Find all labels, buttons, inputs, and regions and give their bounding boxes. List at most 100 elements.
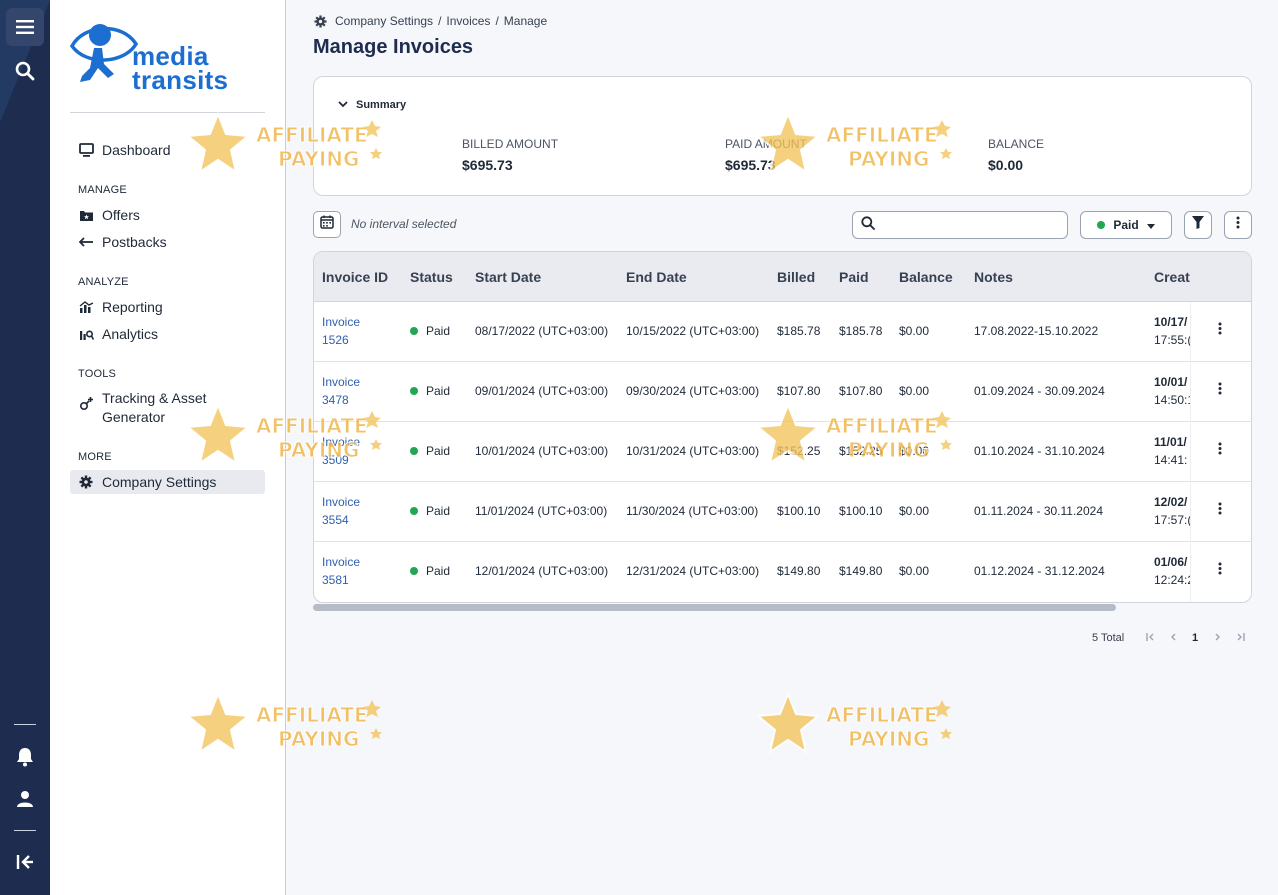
analytics-icon — [78, 326, 94, 342]
table-row: Invoice 3554 Paid 11/01/2024 (UTC+03:00)… — [314, 482, 1251, 542]
last-page-button[interactable] — [1236, 632, 1245, 644]
sidebar-item-label: Offers — [102, 207, 140, 223]
page-number-current[interactable]: 1 — [1192, 632, 1198, 644]
sidebar-item-postbacks[interactable]: Postbacks — [70, 230, 265, 254]
billed-cell: $152.25 — [777, 444, 821, 458]
filter-button[interactable] — [1184, 211, 1212, 239]
menu-icon[interactable] — [6, 8, 44, 46]
brand-name: media transits — [132, 43, 228, 93]
status-dot — [1097, 221, 1106, 229]
row-actions-button[interactable] — [1190, 422, 1250, 480]
status-cell: Paid — [410, 384, 450, 398]
column-header-end-date[interactable]: End Date — [626, 269, 687, 285]
next-page-button[interactable] — [1215, 632, 1221, 644]
sidebar-item-tracking-asset-generator[interactable]: Tracking & Asset Generator — [70, 389, 265, 427]
column-header-status[interactable]: Status — [410, 269, 453, 285]
end-date-cell: 10/31/2024 (UTC+03:00) — [626, 444, 760, 458]
created-date: 10/01/ — [1154, 375, 1188, 389]
paid-amount-stat: PAID AMOUNT $695.73 — [725, 137, 807, 173]
created-time: 17:55:( — [1154, 333, 1192, 347]
breadcrumb-separator: / — [438, 14, 442, 28]
interval-text: No interval selected — [351, 217, 457, 231]
reporting-chart-icon — [78, 299, 94, 315]
status-dot — [410, 387, 418, 395]
sidebar-item-analytics[interactable]: Analytics — [70, 322, 265, 346]
invoice-link[interactable]: Invoice 1526 — [322, 313, 360, 349]
monitor-icon — [78, 142, 94, 158]
table-row: Invoice 1526 Paid 08/17/2022 (UTC+03:00)… — [314, 302, 1251, 362]
section-heading-manage: MANAGE — [78, 184, 127, 196]
invoice-number: 3554 — [322, 513, 349, 527]
billed-cell: $149.80 — [777, 564, 821, 578]
column-header-billed[interactable]: Billed — [777, 269, 815, 285]
column-header-start-date[interactable]: Start Date — [475, 269, 541, 285]
row-actions-button[interactable] — [1190, 362, 1250, 420]
search-icon[interactable] — [6, 52, 44, 90]
collapse-icon[interactable] — [6, 843, 44, 881]
start-date-cell: 08/17/2022 (UTC+03:00) — [475, 324, 609, 338]
sidebar: media transits Dashboard MANAGE Offers P… — [50, 0, 286, 895]
status-filter-dropdown[interactable]: Paid — [1080, 211, 1172, 239]
more-vertical-icon — [1218, 502, 1222, 520]
column-header-paid[interactable]: Paid — [839, 269, 869, 285]
start-date-cell: 11/01/2024 (UTC+03:00) — [475, 504, 608, 518]
invoice-link[interactable]: Invoice 3554 — [322, 493, 360, 529]
offers-folder-icon — [78, 207, 94, 223]
breadcrumb-link-invoices[interactable]: Invoices — [446, 14, 490, 28]
user-icon[interactable] — [6, 780, 44, 818]
created-time: 14:41: — [1154, 453, 1188, 467]
invoice-number: 1526 — [322, 333, 349, 347]
search-input[interactable] — [881, 218, 1061, 232]
invoice-link[interactable]: Invoice 3478 — [322, 373, 360, 409]
gear-icon — [78, 474, 94, 490]
notes-cell: 17.08.2022-15.10.2022 — [974, 324, 1099, 338]
created-time: 17:57:( — [1154, 513, 1192, 527]
invoices-table: Invoice ID Status Start Date End Date Bi… — [313, 251, 1252, 603]
date-range-button[interactable] — [313, 211, 341, 238]
invoice-link[interactable]: Invoice 3509 — [322, 433, 360, 469]
invoice-link-label: Invoice — [322, 375, 361, 389]
created-cell: 01/06/ 12:24:2 — [1154, 553, 1194, 589]
invoice-link-label: Invoice — [322, 495, 361, 509]
search-box[interactable] — [852, 211, 1068, 239]
row-actions-button[interactable] — [1190, 542, 1250, 600]
last-page-icon — [1237, 633, 1245, 641]
watermark-line2: PAYING — [278, 727, 359, 751]
sidebar-item-offers[interactable]: Offers — [70, 203, 265, 227]
pagination-total: 5 Total — [1092, 632, 1125, 644]
more-options-button[interactable] — [1224, 211, 1252, 239]
sidebar-item-company-settings[interactable]: Company Settings — [70, 470, 265, 494]
balance-cell: $0.00 — [899, 444, 930, 458]
chevron-down-icon — [338, 99, 348, 111]
gear-icon — [314, 14, 327, 28]
column-header-notes[interactable]: Notes — [974, 269, 1013, 285]
more-vertical-icon — [1218, 562, 1222, 580]
column-header-balance[interactable]: Balance — [899, 269, 953, 285]
filter-icon — [1192, 216, 1204, 234]
column-header-invoice-id[interactable]: Invoice ID — [322, 269, 388, 285]
chevron-left-icon — [1171, 633, 1176, 641]
breadcrumb-current: Manage — [503, 14, 548, 28]
brand-logo[interactable]: media transits — [70, 18, 270, 96]
sidebar-item-dashboard[interactable]: Dashboard — [70, 138, 265, 162]
created-date: 01/06/ — [1154, 555, 1188, 569]
status-cell: Paid — [410, 504, 450, 518]
start-date-cell: 10/01/2024 (UTC+03:00) — [475, 444, 609, 458]
sidebar-item-reporting[interactable]: Reporting — [70, 295, 265, 319]
summary-toggle[interactable]: Summary — [338, 99, 406, 111]
status-text: Paid — [426, 384, 451, 398]
row-actions-button[interactable] — [1190, 482, 1250, 540]
sidebar-divider — [70, 112, 265, 113]
breadcrumb-link-company-settings[interactable]: Company Settings — [335, 14, 433, 28]
bell-icon[interactable] — [6, 738, 44, 776]
horizontal-scrollbar[interactable] — [313, 604, 1116, 611]
sidebar-item-label-line2: Generator — [102, 409, 166, 425]
rail-divider — [14, 830, 36, 831]
status-cell: Paid — [410, 324, 450, 338]
status-dot — [410, 507, 418, 515]
first-page-button[interactable] — [1146, 632, 1155, 644]
row-actions-button[interactable] — [1190, 302, 1250, 360]
invoice-link[interactable]: Invoice 3581 — [322, 553, 360, 589]
prev-page-button[interactable] — [1170, 632, 1176, 644]
end-date-cell: 12/31/2024 (UTC+03:00) — [626, 564, 760, 578]
